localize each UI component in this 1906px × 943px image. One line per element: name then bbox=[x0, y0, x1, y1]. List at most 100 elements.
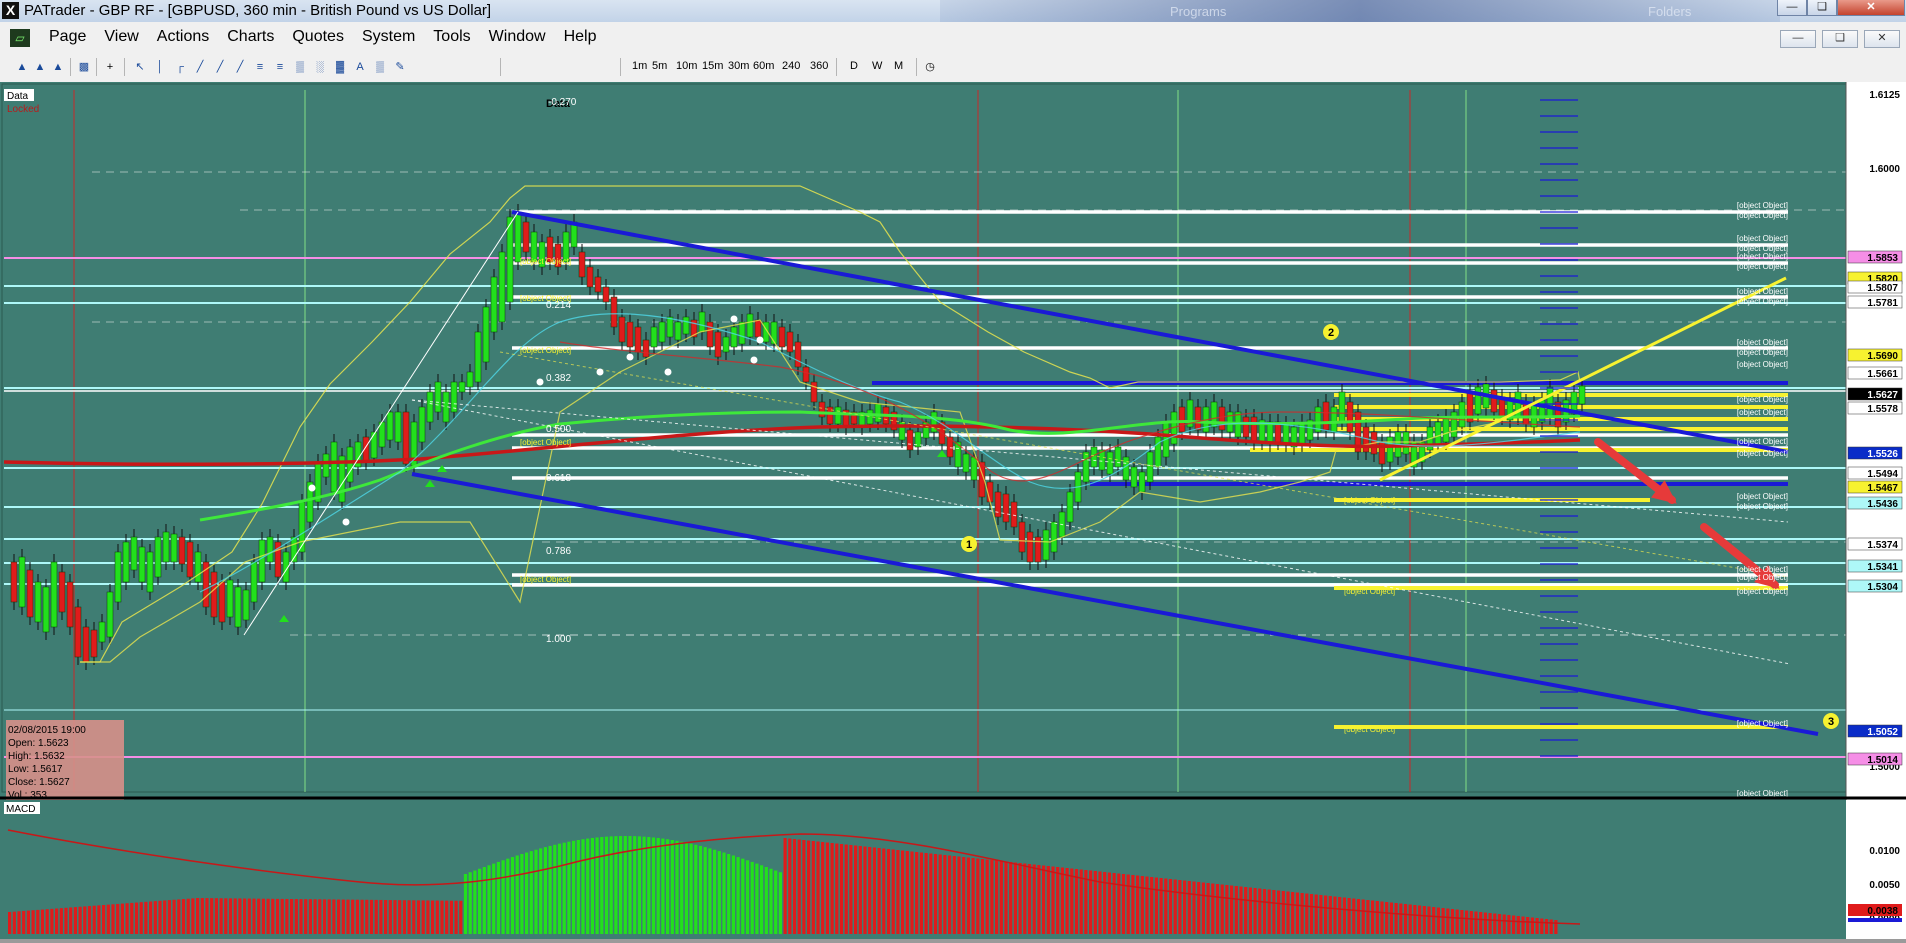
menu-items: Page View Actions Charts Quotes System T… bbox=[40, 22, 605, 52]
menu-page[interactable]: Page bbox=[40, 22, 95, 52]
candle-body bbox=[1146, 451, 1154, 483]
frame-W[interactable]: W bbox=[872, 60, 882, 72]
mdi-close-icon[interactable]: ✕ bbox=[1864, 30, 1900, 48]
period-360[interactable]: 360 bbox=[810, 60, 828, 72]
candle-body bbox=[498, 251, 506, 323]
price-chart[interactable]: DataDataLocked-0.2700.2140.3820.5000.618… bbox=[0, 82, 1906, 943]
period-240[interactable]: 240 bbox=[782, 60, 800, 72]
macd-bar bbox=[670, 839, 674, 934]
mdi-minimize-icon[interactable]: — bbox=[1780, 30, 1816, 48]
macd-bar bbox=[1497, 914, 1502, 934]
period-10m[interactable]: 10m bbox=[676, 60, 697, 72]
macd-bar bbox=[1380, 901, 1384, 934]
indicator-icon[interactable]: ▲ bbox=[50, 60, 66, 74]
macd-bar bbox=[548, 845, 552, 934]
fib-icon[interactable]: ▓ bbox=[332, 60, 348, 74]
price-badge-label: 1.5807 bbox=[1867, 283, 1898, 294]
line-icon[interactable]: ┌ bbox=[172, 60, 188, 74]
menu-tools[interactable]: Tools bbox=[424, 22, 479, 52]
menu-system[interactable]: System bbox=[353, 22, 424, 52]
clock-icon[interactable]: ◷ bbox=[922, 60, 938, 74]
macd-bar bbox=[275, 898, 280, 934]
candle-body bbox=[458, 381, 466, 393]
macd-bar bbox=[280, 898, 284, 934]
macd-tick: 0.0050 bbox=[1869, 880, 1900, 891]
candle-body bbox=[866, 409, 874, 425]
line-icon[interactable]: ╱ bbox=[192, 60, 208, 74]
candle-body bbox=[114, 551, 122, 603]
candle-body bbox=[1442, 416, 1450, 443]
indicator-chart-icon[interactable]: ▩ bbox=[76, 60, 92, 74]
app-icon[interactable]: X bbox=[2, 2, 19, 19]
candle-body bbox=[778, 326, 786, 348]
macd-bar bbox=[948, 855, 952, 934]
candle-body bbox=[482, 306, 490, 363]
macd-bar bbox=[849, 845, 853, 934]
menu-window[interactable]: Window bbox=[480, 22, 555, 52]
line-icon[interactable]: │ bbox=[152, 60, 168, 74]
macd-bar bbox=[1408, 904, 1412, 934]
macd-bar bbox=[689, 843, 693, 934]
candle-body bbox=[450, 381, 458, 413]
period-60m[interactable]: 60m bbox=[753, 60, 774, 72]
cursor-icon[interactable]: ↖ bbox=[132, 60, 148, 74]
pivot-label: [object Object] bbox=[1737, 449, 1788, 458]
chart-window: Data Data Locked -0.270 0.214 0.382 0.500 0.618… bbox=[0, 82, 1906, 943]
macd-bar bbox=[736, 857, 740, 934]
macd-bar bbox=[534, 849, 538, 934]
menu-charts[interactable]: Charts bbox=[218, 22, 283, 52]
macd-bar bbox=[1465, 910, 1469, 934]
fib-icon[interactable]: ▒ bbox=[372, 60, 388, 74]
macd-bar bbox=[224, 898, 228, 934]
candle-body bbox=[1218, 406, 1226, 431]
menu-help[interactable]: Help bbox=[555, 22, 606, 52]
swing-dot bbox=[626, 353, 634, 361]
macd-bar bbox=[1352, 898, 1356, 934]
channel-icon[interactable]: ≡ bbox=[252, 60, 268, 74]
chart-style-icon[interactable]: ▲ bbox=[14, 60, 30, 74]
locked-tag: Locked bbox=[7, 104, 39, 115]
mdi-restore-icon[interactable]: ❑ bbox=[1822, 30, 1858, 48]
crosshair-icon[interactable]: + bbox=[102, 60, 118, 74]
pencil-icon[interactable]: ✎ bbox=[392, 60, 408, 74]
menu-actions[interactable]: Actions bbox=[148, 22, 218, 52]
close-icon[interactable]: ✕ bbox=[1837, 0, 1905, 16]
period-15m[interactable]: 15m bbox=[702, 60, 723, 72]
macd-bar bbox=[1065, 868, 1069, 934]
line-icon[interactable]: ╱ bbox=[232, 60, 248, 74]
candle-body bbox=[10, 561, 18, 603]
fib-icon[interactable]: ░ bbox=[312, 60, 328, 74]
macd-bar bbox=[1013, 862, 1017, 934]
chart-app-icon[interactable]: ▱ bbox=[10, 29, 30, 47]
candle-body bbox=[250, 561, 258, 603]
macd-bar bbox=[1225, 885, 1229, 934]
period-5m[interactable]: 5m bbox=[652, 60, 667, 72]
frame-M[interactable]: M bbox=[894, 60, 903, 72]
restore-icon[interactable]: ❑ bbox=[1807, 0, 1837, 16]
channel-icon[interactable]: ≡ bbox=[272, 60, 288, 74]
macd-badge-blue bbox=[1848, 918, 1902, 922]
macd-bar bbox=[1483, 912, 1487, 934]
macd-bar bbox=[398, 900, 402, 934]
macd-bar bbox=[1356, 899, 1361, 934]
macd-bar bbox=[666, 839, 670, 934]
frame-D[interactable]: D bbox=[850, 60, 858, 72]
menu-view[interactable]: View bbox=[95, 22, 147, 52]
minimize-icon[interactable]: — bbox=[1777, 0, 1807, 16]
candle-body bbox=[466, 371, 474, 388]
pivot-tag-left: [object Object] bbox=[520, 257, 571, 266]
macd-bar bbox=[304, 899, 308, 934]
text-tool-icon[interactable]: A bbox=[352, 60, 368, 74]
period-30m[interactable]: 30m bbox=[728, 60, 749, 72]
period-1m[interactable]: 1m bbox=[632, 60, 647, 72]
menu-quotes[interactable]: Quotes bbox=[283, 22, 353, 52]
macd-bar bbox=[1051, 866, 1055, 934]
macd-bar bbox=[614, 836, 618, 934]
candle-body bbox=[394, 411, 402, 443]
chart-style-icon[interactable]: ▲ bbox=[32, 60, 48, 74]
macd-bar bbox=[1074, 869, 1079, 934]
macd-bar bbox=[990, 860, 994, 934]
price-tick: 1.6125 bbox=[1869, 90, 1900, 101]
fib-icon[interactable]: ▒ bbox=[292, 60, 308, 74]
line-icon[interactable]: ╱ bbox=[212, 60, 228, 74]
